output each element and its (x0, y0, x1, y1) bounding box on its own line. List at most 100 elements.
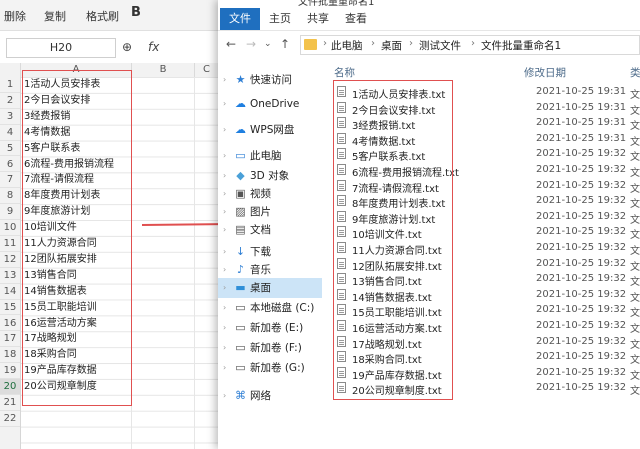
corner-cell[interactable] (0, 63, 21, 77)
chevron-right-icon[interactable]: › (223, 298, 226, 318)
chevron-right-icon[interactable]: › (223, 278, 226, 298)
column-date-modified[interactable]: 修改日期 (524, 65, 566, 80)
nav-item-label: 新加卷 (E:) (250, 322, 304, 334)
nav-item[interactable]: › ♪ 音乐 (218, 260, 322, 280)
chevron-right-icon[interactable]: › (323, 38, 327, 49)
column-header-b[interactable]: B (132, 63, 195, 77)
row-header-item[interactable]: 1 (0, 77, 20, 93)
row-header-item[interactable]: 19 (0, 363, 20, 380)
row-header-item[interactable]: 22 (0, 411, 20, 427)
fx-label[interactable]: fx (148, 40, 159, 54)
row-header-item[interactable]: 15 (0, 300, 20, 316)
row-header-item[interactable]: 17 (0, 331, 20, 348)
chevron-right-icon[interactable]: › (223, 202, 226, 222)
row-header-item[interactable]: 4 (0, 125, 20, 141)
chevron-right-icon[interactable]: › (223, 146, 226, 166)
nav-item[interactable]: › ▤ 文档 (218, 220, 322, 240)
breadcrumb-current-folder[interactable]: 文件批量重命名1 (481, 38, 561, 53)
file-type: 文 (630, 183, 640, 195)
row-header-item[interactable]: 13 (0, 268, 20, 284)
row-header-item[interactable]: 9 (0, 204, 20, 221)
row-header-item[interactable]: 6 (0, 157, 20, 173)
nav-item[interactable]: › ☁ WPS网盘 (218, 120, 322, 140)
nav-item-label: 下载 (250, 246, 271, 258)
bold-button[interactable]: B (131, 5, 141, 20)
chevron-right-icon[interactable]: › (471, 38, 475, 49)
file-type: 文 (630, 199, 640, 211)
chevron-right-icon[interactable]: › (223, 260, 226, 280)
nav-item[interactable]: › ▭ 新加卷 (G:) (218, 358, 322, 378)
column-type[interactable]: 类 (630, 65, 640, 80)
tab-file[interactable]: 文件 (220, 8, 260, 30)
picture-icon: ▨ (235, 205, 246, 218)
chevron-right-icon[interactable]: › (223, 242, 226, 262)
row-header-item[interactable]: 3 (0, 109, 20, 125)
tab-view[interactable]: 查看 (340, 8, 372, 30)
nav-item[interactable]: › ◆ 3D 对象 (218, 166, 322, 186)
tab-share[interactable]: 共享 (302, 8, 334, 30)
star-icon: ★ (235, 73, 246, 86)
file-type: 文 (630, 246, 640, 257)
back-icon[interactable]: ← (226, 37, 236, 51)
breadcrumb-this-pc[interactable]: 此电脑 (331, 38, 363, 53)
row-header-item[interactable]: 21 (0, 395, 20, 411)
row-header-item[interactable]: 20 (0, 379, 20, 395)
copy-button[interactable]: 复制 (44, 8, 66, 24)
chevron-right-icon[interactable]: › (223, 338, 226, 358)
forward-icon[interactable]: → (246, 37, 256, 51)
chevron-right-icon[interactable]: › (223, 120, 226, 140)
file-date: 2021-10-25 19:31 (536, 86, 627, 97)
chevron-right-icon[interactable]: › (223, 386, 226, 406)
row-header-item[interactable]: 5 (0, 141, 20, 157)
nav-item[interactable]: › ☁ OneDrive (218, 94, 322, 114)
row-header-item[interactable]: 8 (0, 188, 20, 205)
row-header-item[interactable]: 16 (0, 316, 20, 332)
up-icon[interactable]: ↑ (280, 37, 290, 51)
nav-item[interactable]: › ▭ 新加卷 (F:) (218, 338, 322, 358)
file-type: 文 (630, 277, 640, 289)
folder-icon (304, 39, 317, 50)
row-header-item[interactable]: 10 (0, 220, 20, 236)
column-header-c[interactable]: C (195, 63, 219, 77)
row-header-item[interactable]: 14 (0, 284, 20, 300)
chevron-right-icon[interactable]: › (223, 70, 226, 90)
file-date: 2021-10-25 19:31 (536, 117, 627, 129)
tab-home[interactable]: 主页 (264, 8, 296, 30)
zoom-icon[interactable]: ⊕ (122, 40, 132, 54)
chevron-right-icon[interactable]: › (409, 38, 413, 49)
row-header-item[interactable]: 7 (0, 172, 20, 189)
file-date: 2021-10-25 19:32 (536, 366, 627, 378)
breadcrumb-test-files[interactable]: 测试文件 (419, 38, 461, 53)
chevron-right-icon[interactable]: › (223, 318, 226, 338)
chevron-right-icon[interactable]: › (223, 220, 226, 240)
chevron-right-icon[interactable]: › (223, 166, 226, 186)
address-bar[interactable]: › 此电脑 › 桌面 › 测试文件 › 文件批量重命名1 (300, 35, 640, 55)
breadcrumb-desktop[interactable]: 桌面 (381, 38, 402, 53)
title-bar: 文件批量重命名1 (218, 0, 640, 8)
nav-item[interactable]: › ▬ 桌面 (218, 278, 322, 298)
chevron-right-icon[interactable]: › (371, 38, 375, 49)
name-box[interactable]: H20 (6, 38, 116, 58)
column-name[interactable]: 名称 (334, 65, 355, 80)
row-header-item[interactable]: 12 (0, 252, 20, 268)
delete-button[interactable]: 删除 (4, 8, 26, 24)
chevron-right-icon[interactable]: › (223, 94, 226, 114)
nav-item[interactable]: › ▭ 新加卷 (E:) (218, 318, 322, 338)
chevron-right-icon[interactable]: › (223, 358, 226, 378)
nav-item[interactable]: › ▭ 本地磁盘 (C:) (218, 298, 322, 318)
nav-item[interactable]: › ↓ 下载 (218, 242, 322, 262)
desktop-icon: ▬ (235, 281, 246, 294)
row-header-item[interactable]: 2 (0, 93, 20, 109)
row-header-item[interactable]: 18 (0, 347, 20, 364)
format-brush-button[interactable]: 格式刷 (86, 8, 119, 24)
nav-item[interactable]: › ★ 快速访问 (218, 70, 322, 90)
row-header: 1 2 3 4 5 6 7 8 9 10 11 12 13 14 15 16 17 18 19 20 21 22 (0, 77, 21, 449)
nav-item[interactable]: › ▨ 图片 (218, 202, 322, 222)
row-header-item[interactable]: 11 (0, 236, 20, 252)
chevron-down-icon[interactable]: ⌄ (264, 39, 272, 49)
file-type: 文 (630, 308, 640, 320)
chevron-right-icon[interactable]: › (223, 184, 226, 204)
nav-item[interactable]: › ▣ 视频 (218, 184, 322, 204)
nav-item[interactable]: › ▭ 此电脑 (218, 146, 322, 166)
nav-item[interactable]: › ⌘ 网络 (218, 386, 322, 406)
